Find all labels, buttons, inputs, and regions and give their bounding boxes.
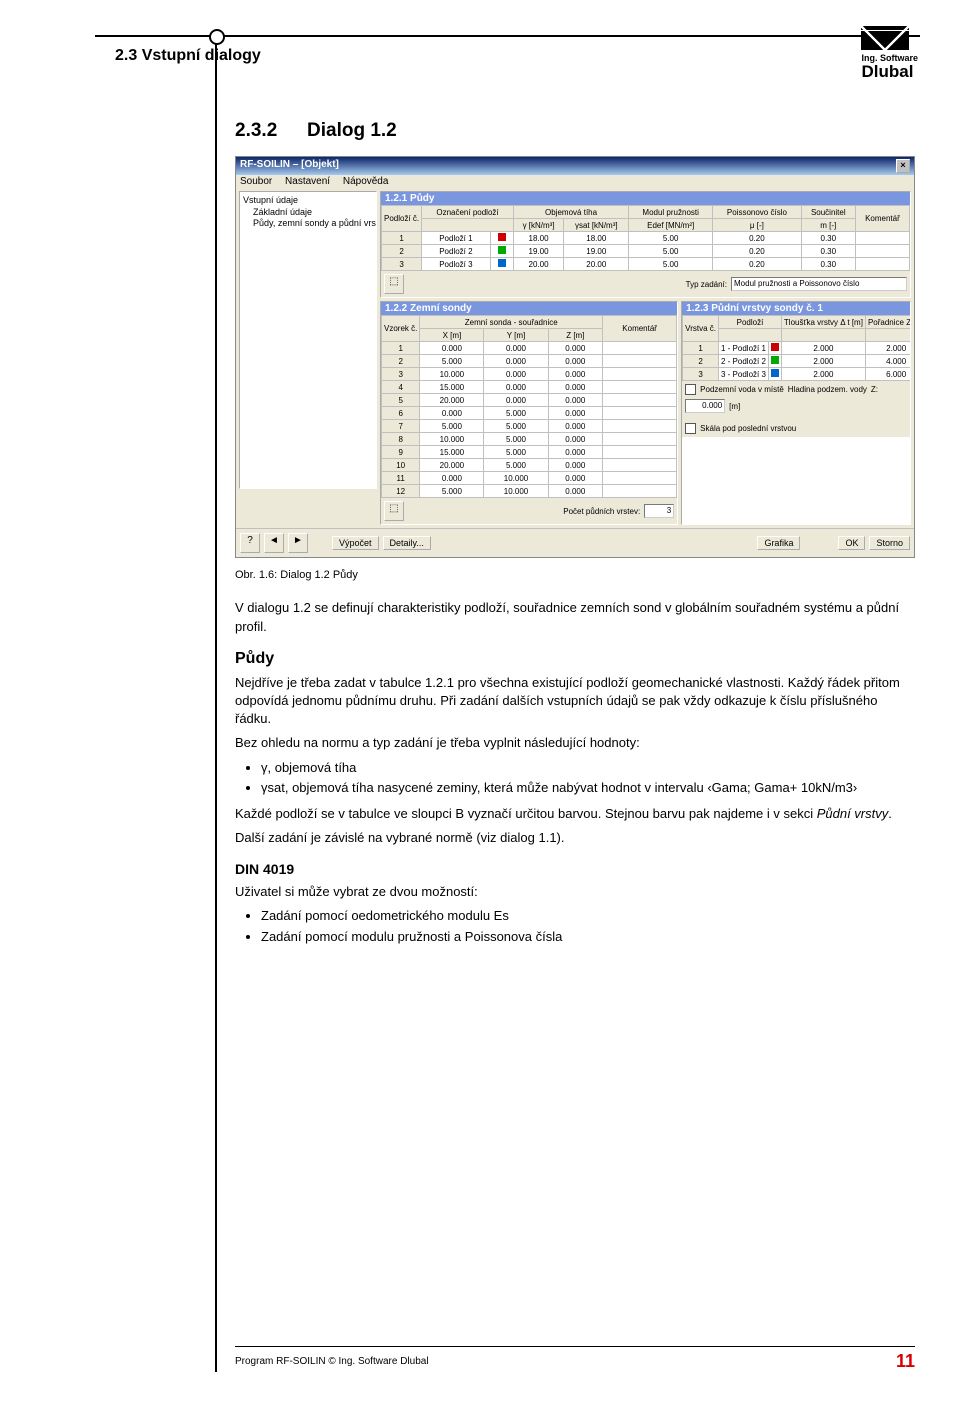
- table-row[interactable]: 11 - Podloží 12.0002.000: [683, 342, 911, 355]
- color-swatch: [771, 356, 779, 364]
- body-paragraph: V dialogu 1.2 se definují charakteristik…: [235, 599, 915, 635]
- color-swatch: [498, 233, 506, 241]
- panel-soils-title: 1.2.1 Půdy: [381, 192, 910, 205]
- groundwater-label: Podzemní voda v místě: [700, 385, 784, 394]
- section-header: 2.3 Vstupní dialogy: [115, 47, 261, 65]
- page-number: 11: [896, 1351, 915, 1372]
- subheading-din: DIN 4019: [235, 861, 915, 877]
- table-row[interactable]: 110.00010.0000.000: [382, 472, 677, 485]
- table-row[interactable]: 33 - Podloží 32.0006.000: [683, 368, 911, 381]
- table-probes[interactable]: Vzorek č.Zemní sonda - souřadniceKomentá…: [381, 315, 677, 498]
- table-row[interactable]: 10.0000.0000.000: [382, 342, 677, 355]
- table-row[interactable]: 310.0000.0000.000: [382, 368, 677, 381]
- body-paragraph: Uživatel si může vybrat ze dvou možností…: [235, 883, 915, 901]
- body-paragraph: Bez ohledu na normu a typ zadání je třeb…: [235, 734, 915, 752]
- panel-soils: 1.2.1 Půdy Podloží č. Označení podloží O…: [380, 191, 911, 298]
- menubar[interactable]: Soubor Nastavení Nápověda: [236, 175, 914, 188]
- rock-label: Skála pod poslední vrstvou: [700, 424, 796, 433]
- table-row[interactable]: 1 Podloží 1 18.0018.00 5.000.20 0.30: [382, 232, 910, 245]
- table-row[interactable]: 60.0005.0000.000: [382, 407, 677, 420]
- cancel-button[interactable]: Storno: [869, 536, 910, 550]
- table-row[interactable]: 75.0005.0000.000: [382, 420, 677, 433]
- tree-root[interactable]: Vstupní údaje: [243, 195, 373, 207]
- water-level-label: Hladina podzem. vody: [788, 385, 867, 394]
- water-level-input[interactable]: 0.000: [685, 399, 725, 413]
- table-row[interactable]: 520.0000.0000.000: [382, 394, 677, 407]
- close-icon[interactable]: ×: [896, 159, 910, 173]
- panel-layers: 1.2.3 Půdní vrstvy sondy č. 1 Vrstva č.P…: [681, 301, 911, 525]
- menu-settings[interactable]: Nastavení: [285, 176, 330, 187]
- screenshot-window: RF-SOILIN – [Objekt] × Soubor Nastavení …: [235, 156, 915, 558]
- table-row[interactable]: 2 Podloží 2 19.0019.00 5.000.20 0.30: [382, 245, 910, 258]
- list-item: γsat, objemová tíha nasycené zeminy, kte…: [261, 779, 915, 797]
- panel-layers-title: 1.2.3 Půdní vrstvy sondy č. 1: [682, 302, 910, 315]
- layer-count-label: Počet půdních vrstev:: [563, 507, 640, 516]
- panel-probes-title: 1.2.2 Zemní sondy: [381, 302, 677, 315]
- window-title: RF-SOILIN – [Objekt]: [240, 159, 339, 173]
- tool-icon[interactable]: ⬚: [384, 501, 404, 521]
- help-icon[interactable]: ?: [240, 533, 260, 553]
- heading-dialog: 2.3.2Dialog 1.2: [235, 120, 915, 142]
- menu-help[interactable]: Nápověda: [343, 176, 389, 187]
- nav-tree[interactable]: Vstupní údaje Základní údaje Půdy, zemní…: [239, 191, 377, 489]
- table-row[interactable]: 25.0000.0000.000: [382, 355, 677, 368]
- list-item: Zadání pomocí modulu pružnosti a Poisson…: [261, 928, 915, 946]
- ok-button[interactable]: OK: [838, 536, 865, 550]
- brand-logo: Ing. Software Dlubal: [861, 26, 918, 80]
- table-row[interactable]: 915.0005.0000.000: [382, 446, 677, 459]
- color-swatch: [498, 259, 506, 267]
- prev-icon[interactable]: ◄: [264, 533, 284, 553]
- figure-caption: Obr. 1.6: Dialog 1.2 Půdy: [235, 568, 915, 583]
- subheading-pudy: Půdy: [235, 650, 915, 668]
- brand-name: Dlubal: [861, 63, 918, 80]
- graphics-button[interactable]: Grafika: [757, 536, 800, 550]
- tree-node-soils[interactable]: Půdy, zemní sondy a půdní vrst: [243, 218, 373, 230]
- color-swatch: [771, 369, 779, 377]
- color-swatch: [498, 246, 506, 254]
- groundwater-checkbox[interactable]: [685, 384, 696, 395]
- layer-count-input[interactable]: 3: [644, 504, 674, 518]
- body-paragraph: Každé podloží se v tabulce ve sloupci B …: [235, 805, 915, 823]
- next-icon[interactable]: ►: [288, 533, 308, 553]
- table-row[interactable]: 3 Podloží 3 20.0020.00 5.000.20 0.30: [382, 258, 910, 271]
- table-layers[interactable]: Vrstva č.PodložíTloušťka vrstvy Δ t [m]P…: [682, 315, 911, 381]
- body-paragraph: Další zadání je závislé na vybrané normě…: [235, 829, 915, 847]
- body-paragraph: Nejdříve je třeba zadat v tabulce 1.2.1 …: [235, 674, 915, 729]
- tree-node-basic[interactable]: Základní údaje: [243, 207, 373, 219]
- table-soils[interactable]: Podloží č. Označení podloží Objemová tíh…: [381, 205, 910, 271]
- color-swatch: [771, 343, 779, 351]
- window-titlebar: RF-SOILIN – [Objekt] ×: [236, 157, 914, 175]
- tool-icon[interactable]: ⬚: [384, 274, 404, 294]
- type-label: Typ zadání:: [686, 280, 727, 289]
- list-item: γ, objemová tíha: [261, 759, 915, 777]
- rock-checkbox[interactable]: [685, 423, 696, 434]
- list-item: Zadání pomocí oedometrického modulu Es: [261, 907, 915, 925]
- footer-program: Program RF-SOILIN © Ing. Software Dlubal: [235, 1356, 429, 1367]
- table-row[interactable]: 22 - Podloží 22.0004.000: [683, 355, 911, 368]
- details-button[interactable]: Detaily...: [383, 536, 431, 550]
- table-row[interactable]: 810.0005.0000.000: [382, 433, 677, 446]
- compute-button[interactable]: Výpočet: [332, 536, 379, 550]
- table-row[interactable]: 415.0000.0000.000: [382, 381, 677, 394]
- menu-file[interactable]: Soubor: [240, 176, 272, 187]
- table-row[interactable]: 125.00010.0000.000: [382, 485, 677, 498]
- type-select[interactable]: Modul pružnosti a Poissonovo číslo: [731, 277, 907, 291]
- panel-probes: 1.2.2 Zemní sondy Vzorek č.Zemní sonda -…: [380, 301, 678, 525]
- table-row[interactable]: 1020.0005.0000.000: [382, 459, 677, 472]
- brand-logo-mark: [861, 26, 909, 50]
